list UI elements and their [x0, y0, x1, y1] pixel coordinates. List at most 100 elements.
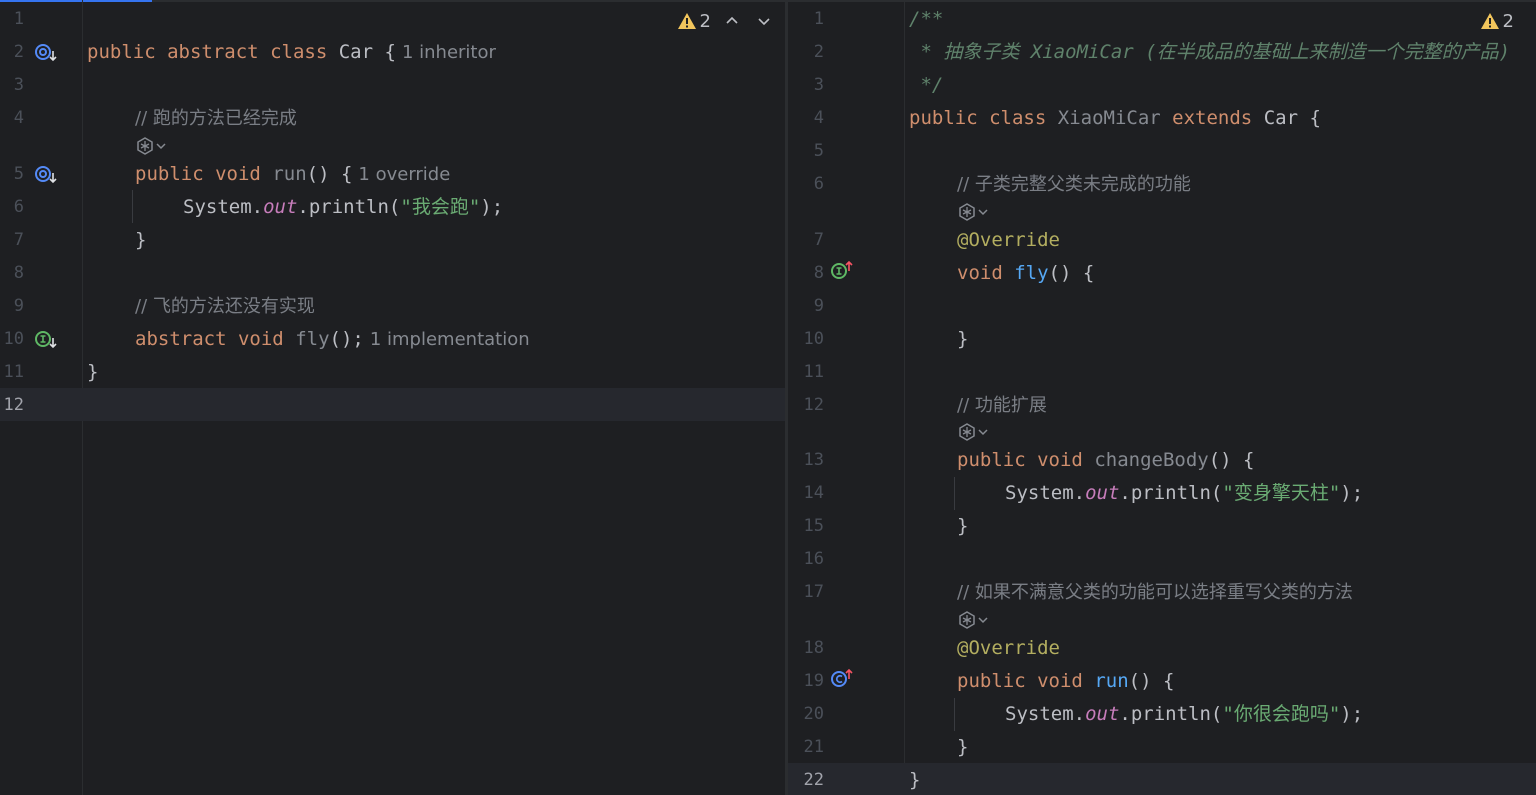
warnings-indicator[interactable]: 2	[677, 11, 711, 32]
line-number[interactable]: 8	[0, 257, 24, 290]
line-number-current[interactable]: 22	[788, 764, 824, 795]
overridden-by-icon[interactable]	[34, 164, 58, 186]
code-line[interactable]: System.out.println("你很会跑吗");	[1005, 698, 1363, 731]
keyword: abstract	[167, 41, 259, 63]
line-number[interactable]: 12	[788, 389, 824, 422]
line-number[interactable]: 19	[788, 665, 824, 698]
line-number[interactable]: 9	[788, 290, 824, 323]
line-number[interactable]: 6	[0, 191, 24, 224]
line-number[interactable]: 21	[788, 731, 824, 764]
code-line[interactable]: }	[909, 764, 920, 795]
line-number[interactable]: 3	[0, 69, 24, 102]
warning-triangle-icon	[1480, 11, 1500, 31]
code-line[interactable]: public void changeBody() {	[957, 444, 1254, 477]
code-line[interactable]: @Override	[957, 632, 1060, 665]
code-line[interactable]: }	[957, 510, 968, 543]
warnings-count: 2	[1502, 10, 1514, 32]
line-number[interactable]: 18	[788, 632, 824, 665]
line-number[interactable]: 17	[788, 576, 824, 609]
indent-guide	[954, 698, 955, 731]
ai-inlay[interactable]	[957, 201, 989, 223]
implements-method-icon[interactable]	[830, 259, 854, 281]
previous-highlight-button[interactable]	[721, 10, 743, 32]
line-number[interactable]: 7	[788, 224, 824, 257]
next-highlight-button[interactable]	[753, 10, 775, 32]
line-number[interactable]: 7	[0, 224, 24, 257]
method-name: changeBody	[1094, 449, 1209, 471]
code-line[interactable]: // 功能扩展	[957, 389, 1047, 422]
implemented-by-icon[interactable]	[34, 42, 58, 64]
line-number[interactable]: 8	[788, 257, 824, 290]
line-number[interactable]: 1	[788, 3, 824, 36]
line-number[interactable]: 10	[788, 323, 824, 356]
code-line[interactable]: */	[909, 69, 943, 102]
annotation: @Override	[957, 637, 1060, 659]
line-number[interactable]: 13	[788, 444, 824, 477]
overrides-method-icon[interactable]	[830, 667, 854, 689]
code-line[interactable]: public class XiaoMiCar extends Car {	[909, 102, 1321, 135]
warnings-indicator[interactable]: 2	[1480, 11, 1514, 32]
code-line[interactable]: public void run() {1 override	[135, 158, 450, 191]
line-number[interactable]: 1	[0, 3, 24, 36]
code-line[interactable]: }	[135, 224, 146, 257]
line-number[interactable]: 11	[788, 356, 824, 389]
code-line[interactable]: public void run() {	[957, 665, 1174, 698]
class-ref: System	[183, 196, 252, 218]
code-line[interactable]: abstract void fly(); 1 implementation	[135, 323, 530, 356]
ai-assistant-icon	[957, 609, 989, 631]
method-name: run	[1094, 670, 1129, 692]
line-number[interactable]: 9	[0, 290, 24, 323]
code-line[interactable]: void fly() {	[957, 257, 1094, 290]
code-line[interactable]: // 如果不满意父类的功能可以选择重写父类的方法	[957, 576, 1353, 609]
comment: // 子类完整父类未完成的功能	[957, 174, 1191, 195]
code-line[interactable]: System.out.println("变身擎天柱");	[1005, 477, 1363, 510]
code-line[interactable]: // 子类完整父类未完成的功能	[957, 168, 1191, 201]
line-number[interactable]: 6	[788, 168, 824, 201]
implementations-hint[interactable]: 1 implementation	[370, 329, 530, 350]
method-call: .println(	[297, 196, 401, 218]
code-line[interactable]: // 跑的方法已经完成	[135, 102, 297, 135]
override-hint[interactable]: 1 override	[358, 164, 450, 185]
line-number[interactable]: 4	[0, 102, 24, 135]
line-number[interactable]: 10	[0, 323, 24, 356]
ai-assistant-icon	[135, 135, 167, 157]
code-line[interactable]: * 抽象子类 XiaoMiCar (在半成品的基础上来制造一个完整的产品)	[909, 36, 1510, 69]
punctuation: );	[1340, 482, 1364, 504]
line-number[interactable]: 11	[0, 356, 24, 389]
ai-inlay[interactable]	[957, 421, 989, 443]
left-editor-pane[interactable]: 2 1 2 3 4 5 6 7 8 9 10 11 12 public abst…	[0, 0, 785, 795]
keyword: void	[957, 262, 1003, 284]
brace: }	[957, 515, 969, 537]
code-line[interactable]: }	[87, 356, 98, 389]
ai-inlay[interactable]	[957, 609, 989, 631]
line-number[interactable]: 5	[0, 158, 24, 191]
code-line[interactable]: // 飞的方法还没有实现	[135, 290, 315, 323]
right-editor-pane[interactable]: 2 1 2 3 4 5 6 7 8 9 10 11 12 13 14 15 16…	[788, 0, 1536, 795]
implemented-by-icon[interactable]	[34, 329, 58, 351]
line-number[interactable]: 16	[788, 543, 824, 576]
keyword: class	[270, 41, 328, 63]
line-number[interactable]: 2	[788, 36, 824, 69]
comment: // 跑的方法已经完成	[135, 108, 297, 129]
code-line[interactable]: @Override	[957, 224, 1060, 257]
line-number-current[interactable]: 12	[0, 389, 24, 422]
code-line[interactable]: /**	[909, 3, 943, 36]
code-line[interactable]: public abstract class Car {1 inheritor	[87, 36, 496, 69]
brace: {	[1309, 107, 1321, 129]
line-number[interactable]: 5	[788, 135, 824, 168]
inheritors-hint[interactable]: 1 inheritor	[402, 42, 496, 63]
doc-comment: * 抽象子类 XiaoMiCar (在半成品的基础上来制造一个完整的产品)	[909, 41, 1511, 63]
line-number[interactable]: 14	[788, 477, 824, 510]
doc-comment: /**	[909, 8, 944, 30]
code-line[interactable]: }	[957, 731, 968, 764]
ai-inlay[interactable]	[135, 135, 167, 157]
string-literal: "变身擎天柱"	[1222, 482, 1341, 504]
method-name: run	[272, 163, 307, 185]
line-number[interactable]: 4	[788, 102, 824, 135]
code-line[interactable]: System.out.println("我会跑");	[183, 191, 503, 224]
line-number[interactable]: 20	[788, 698, 824, 731]
line-number[interactable]: 2	[0, 36, 24, 69]
line-number[interactable]: 3	[788, 69, 824, 102]
code-line[interactable]: }	[957, 323, 968, 356]
line-number[interactable]: 15	[788, 510, 824, 543]
